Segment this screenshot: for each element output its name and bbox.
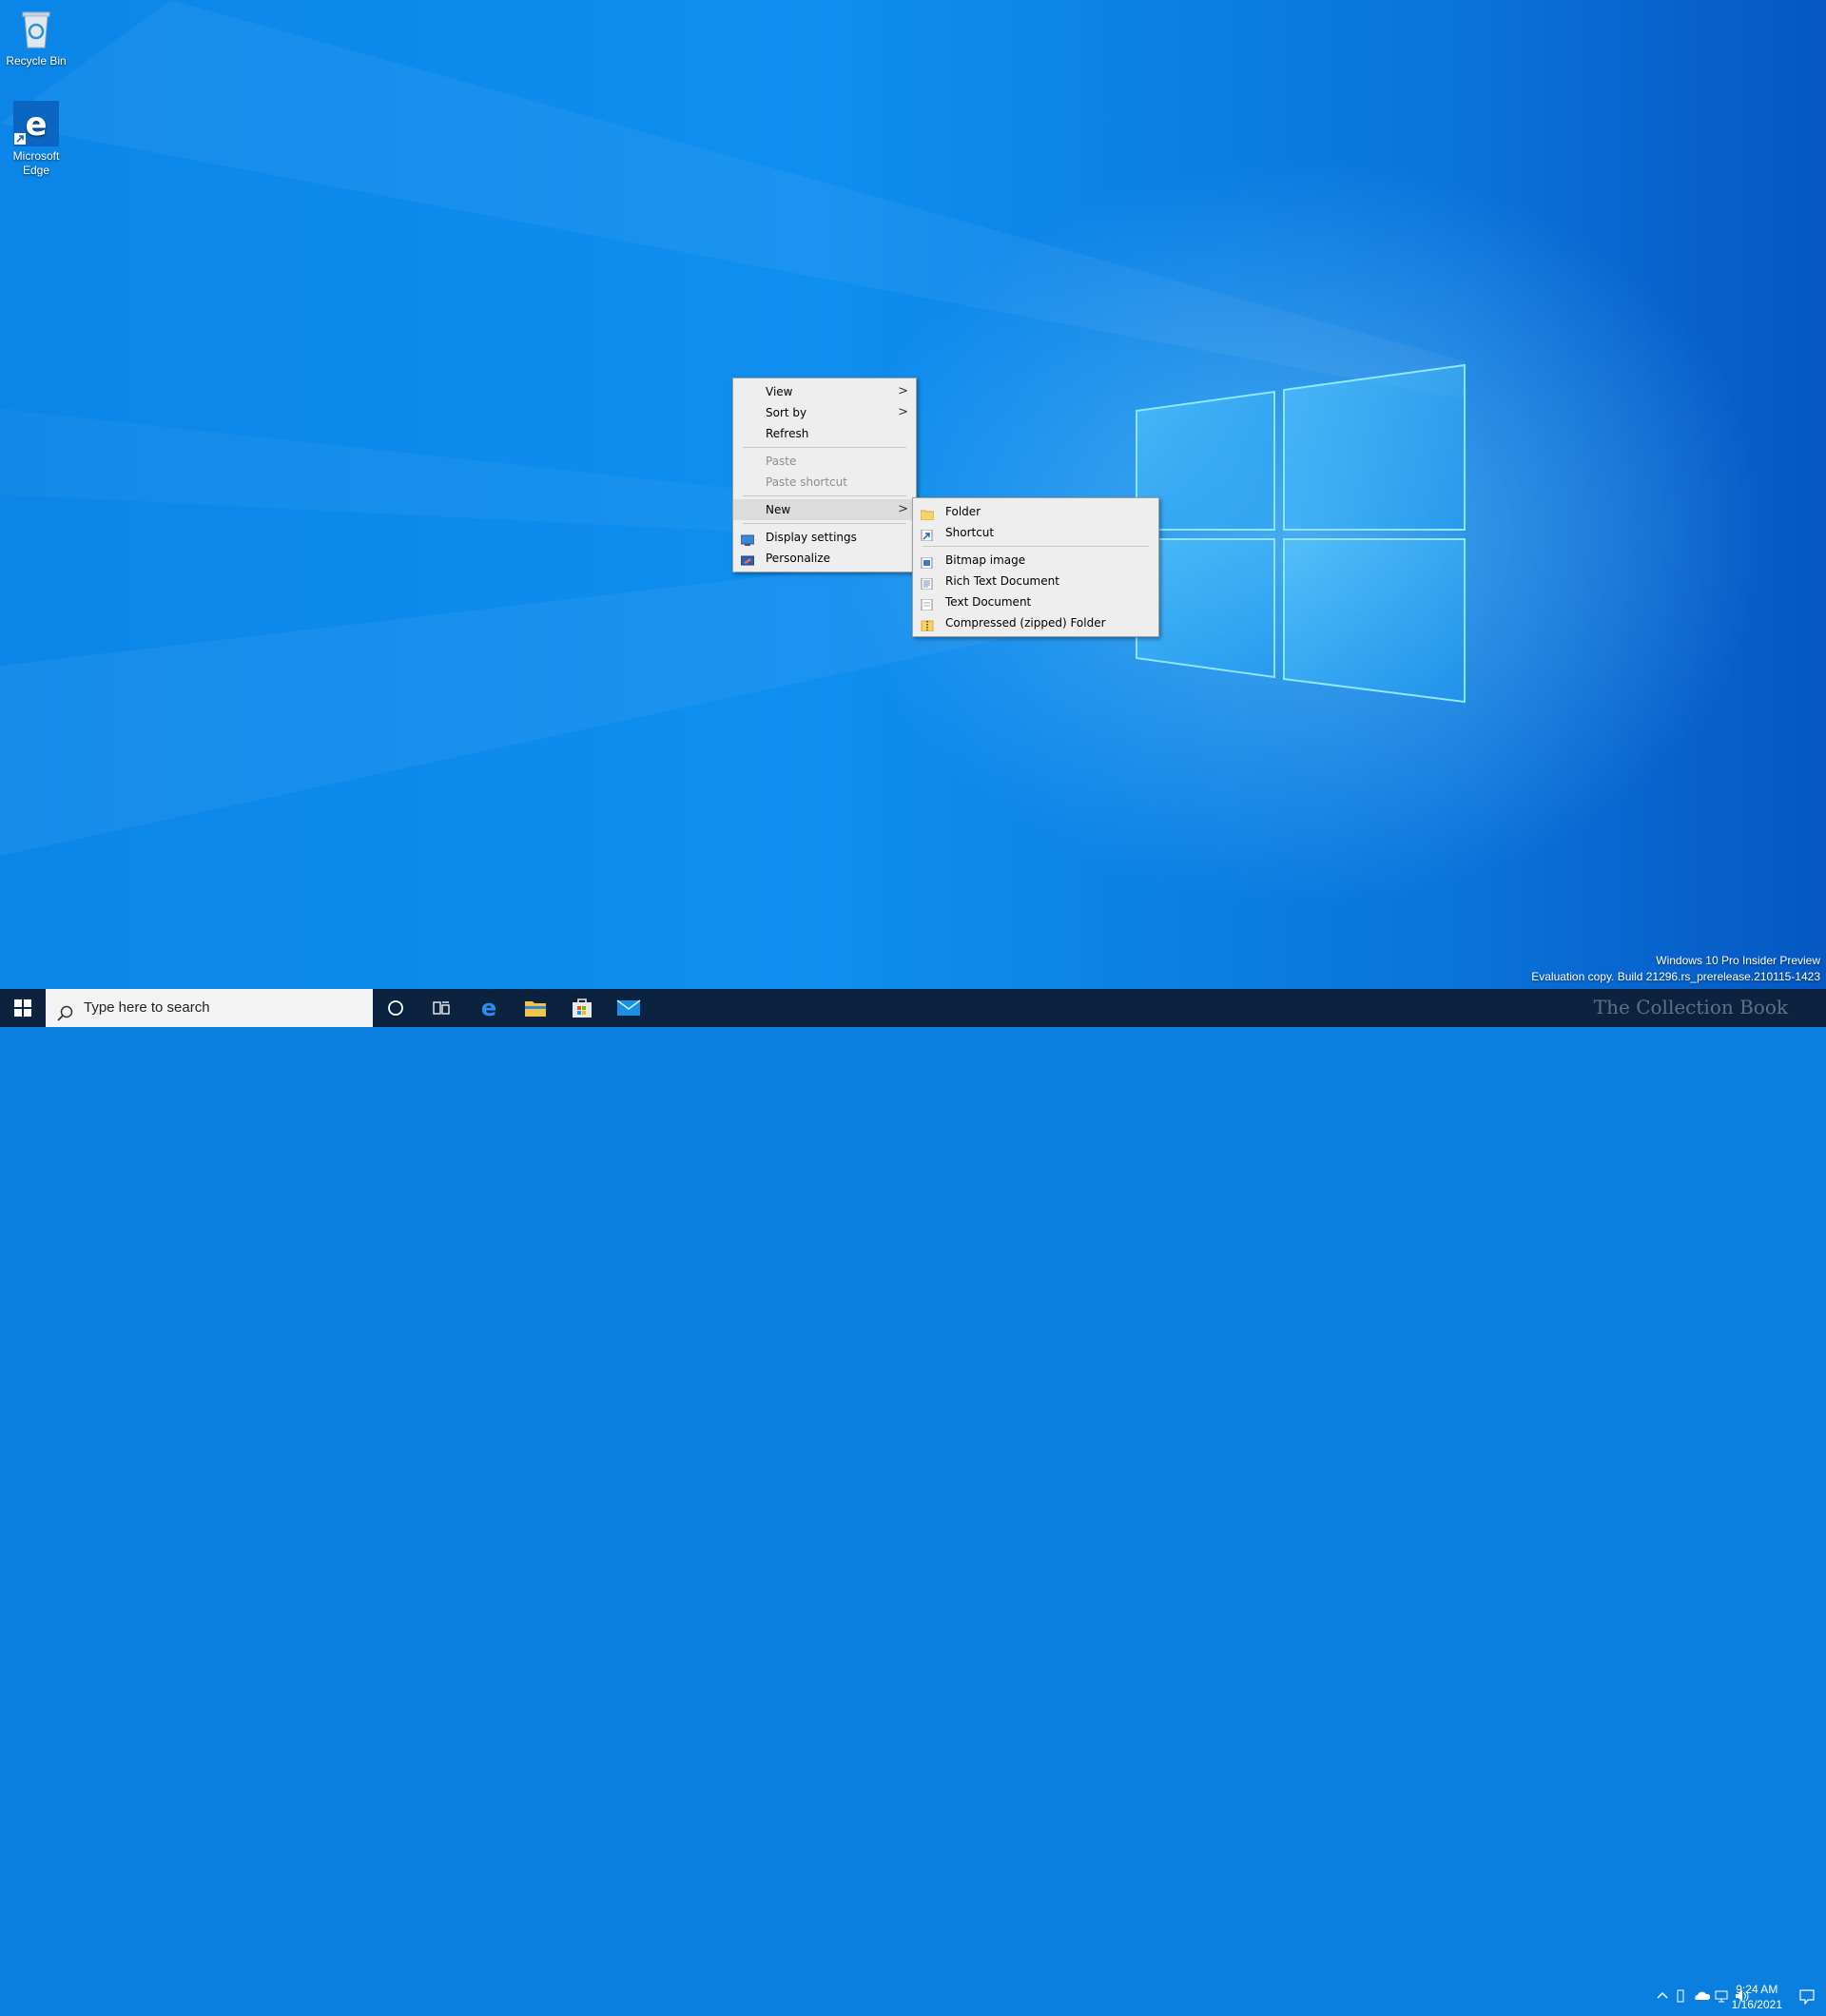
shortcut-icon bbox=[921, 527, 934, 542]
menu-item-label: View bbox=[766, 385, 793, 398]
mail-icon bbox=[616, 999, 641, 1016]
submenu-item-bitmap-image[interactable]: Bitmap image bbox=[913, 550, 1158, 571]
desktop-icon-recycle-bin[interactable]: Recycle Bin bbox=[1, 6, 71, 68]
windows-logo-icon bbox=[14, 999, 31, 1017]
store-icon bbox=[573, 998, 592, 1018]
menu-item-label: Paste shortcut bbox=[766, 475, 847, 489]
watermark-edition: Windows 10 Pro Insider Preview bbox=[1656, 954, 1820, 967]
file-explorer-icon bbox=[525, 1001, 546, 1017]
menu-item-label: Shortcut bbox=[945, 526, 995, 539]
menu-item-label: Paste bbox=[766, 455, 797, 468]
new-submenu: Folder Shortcut Bitmap image Rich Text D… bbox=[912, 497, 1159, 637]
personalize-icon bbox=[740, 552, 755, 566]
menu-item-personalize[interactable]: Personalize bbox=[733, 548, 916, 569]
taskbar-clock[interactable]: 9:24 AM 1/16/2021 bbox=[1732, 1982, 1782, 2012]
menu-item-label: Personalize bbox=[766, 552, 831, 565]
menu-item-label: Text Document bbox=[945, 595, 1032, 609]
brand-watermark: The Collection Book bbox=[1593, 996, 1788, 1018]
menu-item-label: Rich Text Document bbox=[945, 574, 1059, 588]
menu-item-label: Folder bbox=[945, 505, 981, 518]
system-tray: 9:24 AM 1/16/2021 bbox=[1607, 1978, 1826, 2016]
display-settings-icon bbox=[740, 532, 755, 546]
edge-icon: e bbox=[13, 101, 59, 146]
notifications-icon[interactable] bbox=[1799, 1989, 1815, 2007]
taskbar: Type here to search e 9:24 AM 1/16/2021 bbox=[0, 989, 1826, 2011]
search-icon bbox=[57, 999, 74, 1037]
desktop-wallpaper[interactable]: Recycle Bin e Microsoft Edge View > Sort… bbox=[0, 0, 1826, 989]
menu-item-view[interactable]: View > bbox=[733, 381, 916, 402]
chevron-right-icon: > bbox=[898, 405, 908, 419]
submenu-item-compressed-folder[interactable]: Compressed (zipped) Folder bbox=[913, 612, 1158, 633]
search-placeholder: Type here to search bbox=[84, 999, 210, 1016]
folder-icon bbox=[920, 506, 935, 521]
network-icon[interactable] bbox=[1714, 1989, 1729, 2006]
menu-item-label: Sort by bbox=[766, 406, 807, 419]
menu-item-sort-by[interactable]: Sort by > bbox=[733, 402, 916, 423]
svg-text:e: e bbox=[481, 997, 496, 1019]
menu-item-display-settings[interactable]: Display settings bbox=[733, 527, 916, 548]
menu-item-label: Compressed (zipped) Folder bbox=[945, 616, 1106, 630]
desktop-context-menu: View > Sort by > Refresh Paste Paste sho… bbox=[732, 378, 917, 572]
clock-date: 1/16/2021 bbox=[1731, 1998, 1782, 2011]
menu-separator bbox=[923, 546, 1149, 547]
onedrive-icon[interactable] bbox=[1693, 1989, 1711, 2004]
task-view-icon bbox=[433, 1001, 450, 1015]
menu-separator bbox=[743, 523, 906, 524]
menu-separator bbox=[743, 447, 906, 448]
taskbar-store-button[interactable] bbox=[559, 989, 605, 1027]
cortana-icon bbox=[388, 1000, 403, 1016]
taskbar-edge-button[interactable]: e bbox=[466, 989, 512, 1027]
submenu-item-folder[interactable]: Folder bbox=[913, 501, 1158, 522]
menu-item-refresh[interactable]: Refresh bbox=[733, 423, 916, 444]
bitmap-icon bbox=[921, 554, 934, 570]
taskbar-mail-button[interactable] bbox=[606, 989, 651, 1027]
menu-item-paste-shortcut[interactable]: Paste shortcut bbox=[733, 472, 916, 493]
svg-text:e: e bbox=[25, 106, 47, 144]
submenu-item-rich-text-document[interactable]: Rich Text Document bbox=[913, 571, 1158, 591]
chevron-up-icon[interactable] bbox=[1657, 1989, 1668, 2003]
zip-folder-icon bbox=[921, 617, 934, 632]
recycle-bin-icon bbox=[13, 6, 59, 51]
desktop-icon-microsoft-edge[interactable]: e Microsoft Edge bbox=[1, 101, 71, 178]
clock-time: 9:24 AM bbox=[1736, 1983, 1778, 1996]
desktop-icon-label: Microsoft Edge bbox=[12, 149, 60, 177]
menu-item-paste[interactable]: Paste bbox=[733, 451, 916, 472]
submenu-item-text-document[interactable]: Text Document bbox=[913, 591, 1158, 612]
taskbar-file-explorer-button[interactable] bbox=[513, 989, 558, 1027]
start-button[interactable] bbox=[0, 989, 46, 1027]
menu-item-label: Display settings bbox=[766, 531, 857, 544]
task-view-button[interactable] bbox=[418, 989, 464, 1027]
menu-item-new[interactable]: New > bbox=[733, 499, 916, 520]
chevron-right-icon: > bbox=[898, 502, 908, 516]
desktop-icon-label: Recycle Bin bbox=[6, 54, 67, 68]
rtf-document-icon bbox=[921, 575, 934, 591]
taskbar-search-box[interactable]: Type here to search bbox=[46, 989, 373, 1027]
menu-item-label: Bitmap image bbox=[945, 553, 1026, 567]
build-watermark: Windows 10 Pro Insider Preview Evaluatio… bbox=[1531, 953, 1820, 985]
edge-icon: e bbox=[481, 997, 496, 1019]
cortana-button[interactable] bbox=[373, 989, 418, 1027]
text-document-icon bbox=[921, 596, 934, 611]
submenu-item-shortcut[interactable]: Shortcut bbox=[913, 522, 1158, 543]
menu-item-label: New bbox=[766, 503, 791, 516]
watermark-build: Evaluation copy. Build 21296.rs_prerelea… bbox=[1531, 970, 1820, 983]
chevron-right-icon: > bbox=[898, 384, 908, 398]
menu-separator bbox=[743, 495, 906, 496]
menu-item-label: Refresh bbox=[766, 427, 809, 440]
battery-icon[interactable] bbox=[1674, 1989, 1687, 2006]
